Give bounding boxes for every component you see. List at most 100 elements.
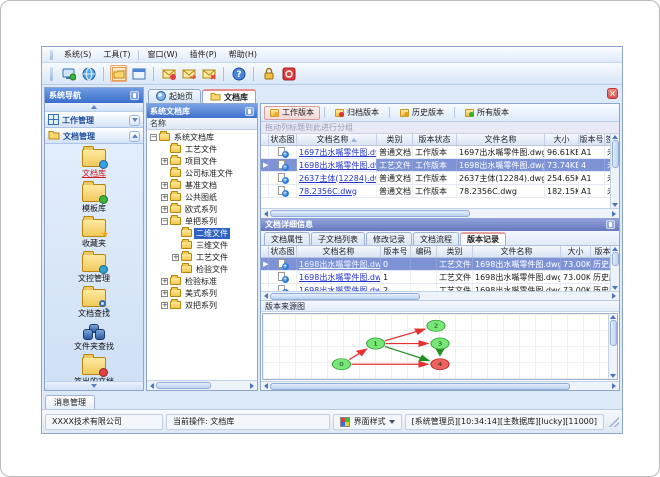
- tab-起始页[interactable]: 起始页: [148, 89, 201, 103]
- scroll-left-icon[interactable]: [262, 292, 270, 300]
- lock-button[interactable]: [260, 65, 277, 82]
- tab-修改记录[interactable]: 修改记录: [366, 232, 412, 245]
- tree-column-header[interactable]: 名称: [147, 118, 257, 130]
- column-header-大小[interactable]: 大小: [545, 134, 579, 145]
- tree-node-公司标准文件[interactable]: 公司标准文件: [147, 167, 257, 179]
- column-header-状态图[interactable]: 状态图: [269, 246, 297, 257]
- tree-node-三维文件[interactable]: 三维文件: [147, 239, 257, 251]
- graph-vscrollbar[interactable]: [608, 314, 617, 379]
- column-header-大小[interactable]: 大小: [561, 246, 591, 257]
- scroll-left-icon[interactable]: [148, 382, 156, 390]
- versions-table-hscrollbar[interactable]: [261, 208, 619, 218]
- scroll-right-icon[interactable]: [610, 382, 618, 390]
- table-row[interactable]: +78.2356C.dwg普通文档工作版本78.2356C.dwg182.15K…: [261, 185, 619, 198]
- expand-icon[interactable]: +: [161, 205, 168, 213]
- globe-button[interactable]: [80, 65, 97, 82]
- tree-horizontal-scrollbar[interactable]: [147, 380, 257, 390]
- sidebar-group-0[interactable]: 工作管理: [45, 112, 143, 128]
- document-name-link[interactable]: 2637主体(12284).dwg: [299, 173, 376, 184]
- table-row[interactable]: ▶+1698出水嘴零件图.dwg工艺文件工作版本1698出水嘴零件图.dwg73…: [261, 159, 619, 172]
- button-所有版本[interactable]: 所有版本: [459, 106, 515, 120]
- document-name-link[interactable]: 1698出水嘴零件图.dwg: [299, 285, 380, 292]
- column-header-文档名称[interactable]: 文档名称: [297, 134, 377, 145]
- tab-子文档列表[interactable]: 子文档列表: [311, 232, 365, 245]
- menu-item-3[interactable]: 插件(P): [184, 48, 223, 61]
- column-header-编码[interactable]: 编码: [411, 246, 437, 257]
- version-node-1[interactable]: 1: [366, 337, 386, 350]
- expand-icon[interactable]: +: [172, 253, 179, 261]
- pin-icon[interactable]: [130, 91, 139, 100]
- tree-node-系统文档库[interactable]: − 系统文档库: [147, 131, 257, 143]
- close-document-button[interactable]: ×: [607, 88, 618, 99]
- tab-文档库[interactable]: 文档库: [202, 89, 256, 103]
- expand-icon[interactable]: +: [161, 181, 168, 189]
- column-header-版本号[interactable]: 版本号: [381, 246, 411, 257]
- scrollbar-thumb[interactable]: [270, 382, 570, 390]
- graph-hscrollbar[interactable]: [261, 381, 619, 390]
- mail-forward-button[interactable]: [180, 65, 197, 82]
- tree-node-工艺文件[interactable]: 工艺文件: [147, 143, 257, 155]
- sidebar-item-签出的文档[interactable]: 签出的文档: [49, 354, 139, 381]
- tree-node-项目文件[interactable]: + 项目文件: [147, 155, 257, 167]
- tab-文档流程[interactable]: 文档流程: [413, 232, 459, 245]
- expand-icon[interactable]: +: [161, 157, 168, 165]
- records-table-vscrollbar[interactable]: [610, 246, 619, 291]
- expand-icon[interactable]: +: [161, 289, 168, 297]
- expand-icon[interactable]: +: [161, 301, 168, 309]
- scrollbar-thumb[interactable]: [270, 292, 420, 300]
- document-name-link[interactable]: 1698出水嘴零件图.dwg: [299, 259, 380, 270]
- document-name-link[interactable]: 1698出水嘴零件图.dwg: [299, 160, 376, 171]
- pin-icon[interactable]: [245, 106, 254, 116]
- version-node-3[interactable]: 3: [430, 337, 450, 350]
- tree-node-基准文档[interactable]: + 基准文档: [147, 179, 257, 191]
- scroll-left-icon[interactable]: [262, 382, 270, 390]
- chevron-up-icon[interactable]: [129, 130, 140, 142]
- version-node-4[interactable]: 4: [430, 358, 450, 371]
- tree-node-检验文件[interactable]: 检验文件: [147, 263, 257, 275]
- document-name-link[interactable]: 1698出水嘴零件图.dwg: [299, 272, 380, 283]
- sidebar-item-模板库[interactable]: 模板库: [49, 181, 139, 216]
- menu-item-2[interactable]: 窗口(W): [141, 48, 183, 61]
- interface-style-dropdown[interactable]: 界面样式: [332, 413, 402, 430]
- monitor-button[interactable]: [60, 65, 77, 82]
- mail-delete-button[interactable]: [200, 65, 217, 82]
- column-header-文件名称[interactable]: 文件名称: [457, 134, 545, 145]
- column-header-版本号[interactable]: 版本号: [579, 134, 605, 145]
- column-header-文件名称[interactable]: 文件名称: [473, 246, 561, 257]
- sidebar-item-文档查找[interactable]: 文档查找: [49, 286, 139, 321]
- sidebar-item-文档库[interactable]: 文档库: [49, 146, 139, 181]
- tree-node-检验标准[interactable]: + 检验标准: [147, 275, 257, 287]
- table-row[interactable]: +2637主体(12284).dwg普通文档工作版本2637主体(12284).…: [261, 172, 619, 185]
- help-button[interactable]: ?: [230, 65, 247, 82]
- table-row[interactable]: +1697出水嘴零件图.dwg普通文档工作版本1697出水嘴零件图.dwg96.…: [261, 146, 619, 159]
- tree-node-公共图纸[interactable]: + 公共图纸: [147, 191, 257, 203]
- table-row[interactable]: +1698出水嘴零件图.dwg 1 工艺文件 1698出水嘴零件图.dwg 73.00K…: [261, 271, 619, 284]
- chevron-down-icon[interactable]: [129, 114, 140, 126]
- table-row[interactable]: ▶ +1698出水嘴零件图.dwg 0 工艺文件 1698出水嘴零件图.dwg 73.00…: [261, 258, 619, 271]
- tree-node-单把系列[interactable]: − 单把系列: [147, 215, 257, 227]
- collapse-icon[interactable]: −: [161, 217, 168, 225]
- version-node-2[interactable]: 2: [426, 319, 446, 332]
- tree-node-工艺文件[interactable]: + 工艺文件: [147, 251, 257, 263]
- collapse-icon[interactable]: −: [150, 133, 157, 141]
- open-folder-button[interactable]: [110, 65, 127, 82]
- document-name-link[interactable]: 1697出水嘴零件图.dwg: [299, 147, 376, 158]
- scroll-right-icon[interactable]: [610, 292, 618, 300]
- scrollbar-thumb[interactable]: [270, 210, 470, 217]
- tree-node-美式系列[interactable]: + 美式系列: [147, 287, 257, 299]
- resize-grip[interactable]: [609, 416, 619, 427]
- records-table-hscrollbar[interactable]: [261, 291, 619, 300]
- column-header-类别[interactable]: 类别: [377, 134, 413, 145]
- sidebar-item-收藏夹[interactable]: ★ 收藏夹: [49, 216, 139, 251]
- column-header-文档名称[interactable]: 文档名称: [297, 246, 381, 257]
- button-工作版本[interactable]: 工作版本: [264, 105, 320, 120]
- tab-版本记录[interactable]: 版本记录: [460, 232, 506, 245]
- scroll-right-icon[interactable]: [248, 382, 256, 390]
- menu-item-1[interactable]: 工具(T): [97, 48, 136, 61]
- group-by-bar[interactable]: 拖动列标题到此进行分组: [261, 122, 619, 134]
- column-header-版本状态[interactable]: 版本状态: [413, 134, 457, 145]
- button-历史版本[interactable]: 历史版本: [394, 106, 450, 120]
- tree-node-二维文件[interactable]: 二维文件: [147, 227, 257, 239]
- sidebar-item-文件夹查找[interactable]: 文件夹查找: [49, 322, 139, 354]
- button-归档版本[interactable]: 归档版本: [329, 106, 385, 120]
